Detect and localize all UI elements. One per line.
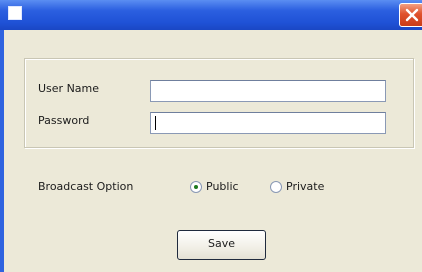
public-radio-button[interactable] xyxy=(190,181,202,193)
close-icon xyxy=(405,8,419,22)
public-option-label[interactable]: Public xyxy=(206,180,239,194)
save-button[interactable]: Save xyxy=(177,230,266,260)
text-caret xyxy=(155,116,156,130)
title-bar[interactable] xyxy=(0,0,422,30)
username-label: User Name xyxy=(38,82,100,95)
private-radio-button[interactable] xyxy=(270,181,282,193)
dialog-window: User Name Password Broadcast Option Publ… xyxy=(0,0,422,272)
private-option-label[interactable]: Private xyxy=(286,180,324,194)
broadcast-option-label: Broadcast Option xyxy=(38,180,134,193)
password-label: Password xyxy=(38,114,90,127)
radio-selected-icon xyxy=(194,185,198,189)
close-button[interactable] xyxy=(399,3,422,27)
dialog-body: User Name Password Broadcast Option Publ… xyxy=(4,30,422,272)
credentials-group xyxy=(24,58,414,148)
username-input[interactable] xyxy=(150,80,386,102)
password-input[interactable] xyxy=(150,112,386,134)
window-icon[interactable] xyxy=(8,6,22,20)
